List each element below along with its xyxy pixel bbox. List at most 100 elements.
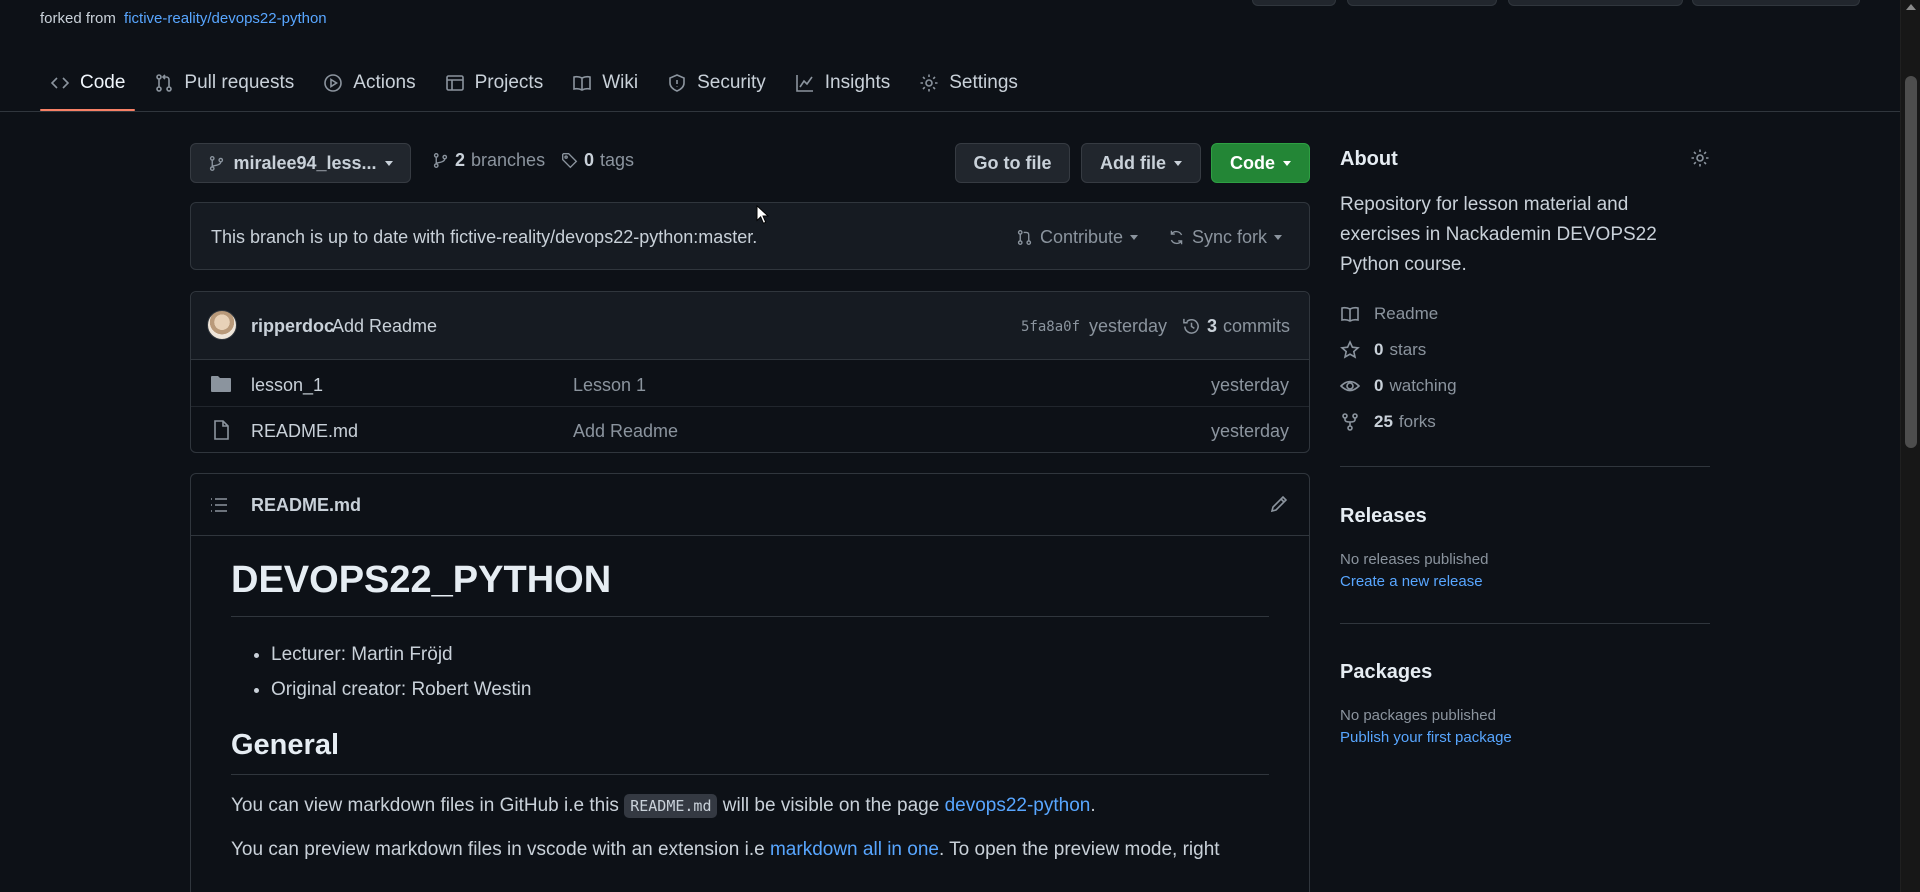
sync-icon bbox=[1170, 230, 1183, 245]
commit-time: yesterday bbox=[1089, 316, 1168, 336]
file-name-link[interactable]: lesson_1 bbox=[251, 375, 323, 396]
header-button-stub-3[interactable] bbox=[1508, 0, 1683, 6]
sidebar-divider bbox=[1340, 623, 1710, 624]
header-button-stub-1[interactable] bbox=[1252, 0, 1336, 6]
readme-paragraph: You can view markdown files in GitHub i.… bbox=[231, 793, 1269, 819]
readme-filename: README.md bbox=[251, 495, 362, 515]
gear-icon[interactable] bbox=[1690, 148, 1710, 168]
readme-text: . To open the preview mode, right bbox=[938, 839, 1220, 860]
pull-request-icon bbox=[156, 74, 173, 92]
go-to-file-button[interactable]: Go to file bbox=[955, 143, 1070, 183]
create-release-link[interactable]: Create a new release bbox=[1340, 573, 1483, 590]
book-icon bbox=[573, 75, 592, 91]
stars-link[interactable]: 0 stars bbox=[1340, 340, 1426, 360]
add-file-button[interactable]: Add file bbox=[1081, 143, 1201, 183]
fork-icon bbox=[1342, 413, 1358, 431]
scroll-up-arrow-icon[interactable] bbox=[1906, 4, 1916, 10]
history-icon bbox=[1183, 318, 1199, 334]
publish-package-link[interactable]: Publish your first package bbox=[1340, 729, 1512, 746]
scrollbar-thumb[interactable] bbox=[1905, 76, 1917, 448]
file-name-link[interactable]: README.md bbox=[251, 421, 358, 442]
tab-wiki[interactable]: Wiki bbox=[562, 62, 648, 104]
code-button[interactable]: Code bbox=[1211, 143, 1310, 183]
pencil-icon[interactable] bbox=[1269, 494, 1289, 514]
readme-link[interactable]: Readme bbox=[1340, 304, 1438, 324]
forked-from-repo-link[interactable]: fictive-reality/devops22-python bbox=[124, 10, 327, 27]
packages-title[interactable]: Packages bbox=[1340, 661, 1432, 684]
stars-count: 0 bbox=[1374, 340, 1384, 359]
commit-hash-link[interactable]: 5fa8a0f bbox=[1021, 319, 1080, 335]
tab-projects[interactable]: Projects bbox=[435, 62, 554, 104]
chevron-down-icon bbox=[1274, 235, 1283, 240]
branches-link[interactable]: 2 branches bbox=[432, 150, 545, 171]
branch-status-message: This branch is up to date with fictive-r… bbox=[211, 227, 758, 247]
chevron-down-icon bbox=[1283, 160, 1291, 166]
stars-label: stars bbox=[1389, 340, 1427, 359]
tab-pull-requests[interactable]: Pull requests bbox=[144, 62, 304, 104]
commit-message-link[interactable]: Add Readme bbox=[332, 316, 437, 337]
branch-icon bbox=[433, 153, 448, 168]
tab-actions[interactable]: Actions bbox=[313, 62, 425, 104]
header-button-stub-2[interactable] bbox=[1347, 0, 1497, 6]
file-browser: ripperdoc Add Readme 5fa8a0f yesterday 3… bbox=[190, 291, 1310, 453]
forks-label: forks bbox=[1398, 412, 1436, 431]
file-time: yesterday bbox=[1210, 421, 1289, 441]
table-icon bbox=[445, 75, 464, 91]
repo-tabs: Code Pull requests Actions Projects Wiki… bbox=[40, 62, 1037, 112]
tags-link[interactable]: 0 tags bbox=[561, 150, 634, 171]
tab-pull-requests-label: Pull requests bbox=[184, 72, 295, 93]
header-button-stub-4[interactable] bbox=[1692, 0, 1860, 6]
readme-h1: DEVOPS22_PYTHON bbox=[231, 559, 1269, 617]
branch-select-button[interactable]: miralee94_less... bbox=[190, 143, 411, 183]
watching-label: watching bbox=[1389, 376, 1457, 395]
contribute-button[interactable]: Contribute bbox=[1016, 227, 1139, 248]
commits-history-link[interactable]: 3 commits bbox=[1182, 316, 1290, 337]
releases-section: Releases No releases published Create a … bbox=[1340, 502, 1710, 624]
chevron-down-icon bbox=[384, 160, 393, 166]
releases-title[interactable]: Releases bbox=[1340, 505, 1427, 528]
readme-panel: README.md DEVOPS22_PYTHON Lecturer: Mart… bbox=[190, 473, 1310, 892]
tag-icon bbox=[562, 153, 578, 169]
tab-security[interactable]: Security bbox=[657, 62, 776, 104]
inline-code: README.md bbox=[624, 794, 718, 818]
tab-security-label: Security bbox=[697, 72, 766, 93]
readme-list: Lecturer: Martin Fröjd Original creator:… bbox=[271, 637, 1269, 707]
sync-fork-button[interactable]: Sync fork bbox=[1168, 227, 1283, 248]
code-icon bbox=[50, 77, 70, 89]
chevron-down-icon bbox=[1130, 235, 1139, 240]
shield-icon bbox=[669, 74, 685, 92]
file-commit-message-link[interactable]: Lesson 1 bbox=[573, 375, 646, 396]
tab-insights-label: Insights bbox=[824, 72, 891, 93]
branches-label: branches bbox=[471, 150, 546, 170]
tab-projects-label: Projects bbox=[474, 72, 544, 93]
readme-content: DEVOPS22_PYTHON Lecturer: Martin Fröjd O… bbox=[231, 559, 1269, 863]
page-scrollbar[interactable] bbox=[1900, 0, 1920, 892]
tab-settings-label: Settings bbox=[949, 72, 1018, 93]
file-commit-message-link[interactable]: Add Readme bbox=[573, 421, 678, 442]
about-title: About bbox=[1340, 148, 1398, 170]
code-button-label: Code bbox=[1230, 152, 1275, 173]
no-releases-text: No releases published bbox=[1340, 551, 1489, 568]
tab-settings[interactable]: Settings bbox=[909, 62, 1028, 104]
pull-request-icon bbox=[1017, 230, 1032, 245]
commits-count: 3 bbox=[1207, 316, 1218, 336]
markdown-all-in-one-link[interactable]: markdown all in one bbox=[770, 839, 939, 860]
readme-paragraph: You can preview markdown files in vscode… bbox=[231, 837, 1269, 863]
watching-link[interactable]: 0 watching bbox=[1340, 376, 1457, 396]
add-file-label: Add file bbox=[1100, 152, 1166, 173]
table-row[interactable]: README.md Add Readme yesterday bbox=[191, 407, 1309, 453]
table-row[interactable]: lesson_1 Lesson 1 yesterday bbox=[191, 361, 1309, 407]
tab-insights[interactable]: Insights bbox=[785, 62, 900, 104]
devops22-python-link[interactable]: devops22-python bbox=[945, 795, 1091, 816]
forked-from-label: forked from bbox=[40, 10, 116, 27]
list-icon[interactable] bbox=[209, 495, 229, 515]
readme-text: will be visible on the page bbox=[717, 795, 945, 816]
commit-author-link[interactable]: ripperdoc bbox=[251, 316, 334, 337]
tab-code[interactable]: Code bbox=[40, 62, 136, 111]
chevron-down-icon bbox=[1174, 160, 1182, 166]
contribute-label: Contribute bbox=[1040, 227, 1124, 247]
readme-h2: General bbox=[231, 729, 1269, 775]
avatar[interactable] bbox=[207, 310, 237, 340]
forks-link[interactable]: 25 forks bbox=[1340, 412, 1436, 432]
readme-header: README.md bbox=[191, 474, 1309, 536]
